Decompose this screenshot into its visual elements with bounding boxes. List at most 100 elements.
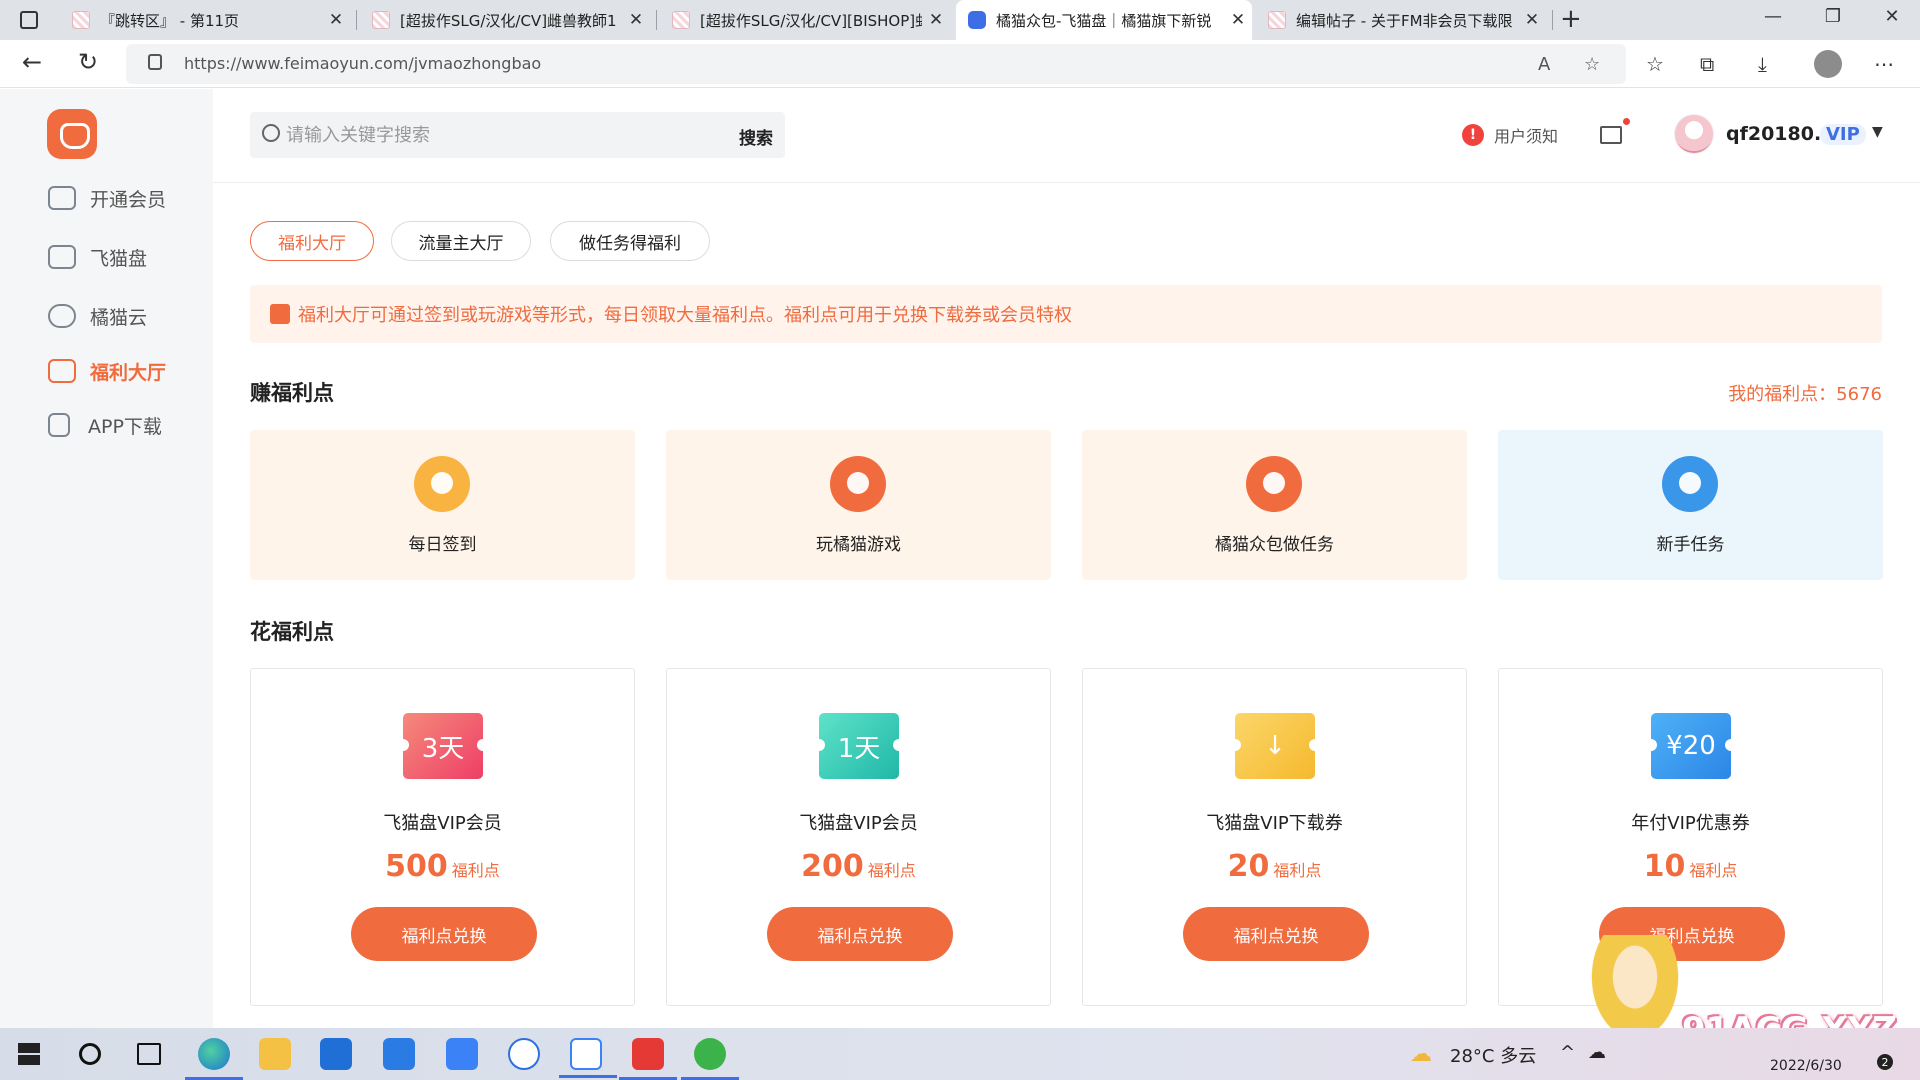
user-notice-link[interactable]: ! 用户须知 [1462,123,1558,147]
search-button[interactable]: 搜索 [739,124,773,149]
earn-card-newbie-task[interactable]: 新手任务 [1498,430,1883,580]
xunlei-icon[interactable] [559,1038,617,1078]
sidebar-item-membership[interactable]: 开通会员 [48,183,166,213]
add-favorite-icon[interactable]: ☆ [1584,54,1600,75]
collections-icon[interactable]: ⧉ [1700,52,1714,76]
sidebar-item-label: 飞猫盘 [90,247,148,270]
tab-divider [1552,10,1553,30]
minimize-icon[interactable]: — [1753,6,1793,27]
sidebar-item-label: 橘猫云 [90,306,148,329]
weather-text[interactable]: 28°C 多云 [1450,1042,1536,1068]
redeem-button[interactable]: 福利点兑换 [1183,907,1369,961]
mailbox-icon [1662,456,1718,512]
my-points: 我的福利点：5676 [1728,384,1882,405]
browser-tab[interactable]: 『跳转区』 - 第11页 ✕ [60,0,350,40]
spend-card: 1天 飞猫盘VIP会员 200 福利点 福利点兑换 [666,668,1051,1006]
sidebar-item-feimaopan[interactable]: 飞猫盘 [48,242,147,272]
search-input[interactable] [286,120,706,150]
reward-cost: 10 福利点 [1499,849,1882,884]
tab-title: [超拔作SLG/汉化/CV]雌兽教師1 [400,11,617,30]
onedrive-icon[interactable]: ☁ [1588,1042,1606,1063]
chevron-up-icon[interactable]: ^ [1560,1042,1575,1063]
reward-cost: 200 福利点 [667,849,1050,884]
tab-traffic-hall[interactable]: 流量主大厅 [391,221,531,261]
browser-tab-strip: 『跳转区』 - 第11页 ✕ [超拔作SLG/汉化/CV]雌兽教師1 ✕ [超拔… [0,0,1920,40]
location-pin-icon [414,456,470,512]
downloads-icon[interactable]: ⤓ [1758,52,1767,76]
edge-browser-icon[interactable] [185,1038,243,1080]
notification-badge[interactable]: 2 [1877,1054,1893,1070]
sidebar-item-label: 福利大厅 [90,361,167,384]
store-icon[interactable] [320,1038,352,1070]
read-aloud-icon[interactable]: A [1538,54,1550,75]
file-explorer-icon[interactable] [259,1038,291,1070]
tab-favicon [968,11,986,29]
sidebar-item-app-download[interactable]: APP下载 [48,410,162,440]
cost-unit: 福利点 [451,861,500,880]
earn-card-label: 每日签到 [408,535,477,555]
weather-icon: ☁ [1410,1042,1432,1067]
alert-icon: ! [1462,124,1484,146]
browser-tab-active[interactable]: 橘猫众包-飞猫盘｜橘猫旗下新锐 ✕ [956,0,1252,40]
avatar[interactable] [1674,114,1714,154]
mail-icon[interactable] [1600,118,1630,144]
sidebar-item-jumaoyun[interactable]: 橘猫云 [48,301,147,331]
search-circle-icon[interactable] [79,1043,101,1065]
close-icon[interactable]: ✕ [1518,10,1546,30]
app-circle-icon[interactable] [508,1038,540,1070]
wps-icon[interactable] [619,1038,677,1080]
coupon-ticket-icon: ¥20 [1645,713,1737,779]
favorites-icon[interactable]: ☆ [1646,52,1664,76]
mail-app-icon[interactable] [383,1038,415,1070]
earn-card-play-game[interactable]: 玩橘猫游戏 [666,430,1051,580]
gift-icon [48,359,76,383]
browser-tab[interactable]: [超拔作SLG/汉化/CV][BISHOP]虬 ✕ [660,0,950,40]
close-icon[interactable]: ✕ [922,10,950,30]
cat-laptop-icon [1246,456,1302,512]
more-options-icon[interactable]: ⋯ [1874,52,1894,76]
tab-task-welfare[interactable]: 做任务得福利 [550,221,710,261]
profile-avatar[interactable] [1814,50,1842,78]
tab-divider [656,10,657,30]
spend-card: 3天 飞猫盘VIP会员 500 福利点 福利点兑换 [250,668,635,1006]
browser-tab[interactable]: [超拔作SLG/汉化/CV]雌兽教師1 ✕ [360,0,650,40]
spend-section-title: 花福利点 [250,620,334,644]
back-arrow-icon[interactable]: ← [22,48,42,76]
lock-icon [148,54,162,70]
close-icon[interactable]: ✕ [622,10,650,30]
site-logo[interactable] [47,109,97,159]
url-text[interactable]: https://www.feimaoyun.com/jvmaozhongbao [184,54,541,73]
search-icon [262,124,280,142]
windows-start-icon[interactable] [18,1043,40,1065]
restore-icon[interactable]: ❐ [1813,6,1853,27]
clock-date[interactable]: 2022/6/30 [1770,1058,1842,1074]
earn-card-daily-signin[interactable]: 每日签到 [250,430,635,580]
tab-title: [超拔作SLG/汉化/CV][BISHOP]虬 [700,11,922,30]
spend-card: ¥20 年付VIP优惠券 10 福利点 福利点兑换 [1498,668,1883,1006]
reward-cost: 20 福利点 [1083,849,1466,884]
tab-divider [356,10,357,30]
task-view-icon[interactable] [137,1043,161,1065]
earn-card-crowd-task[interactable]: 橘猫众包做任务 [1082,430,1467,580]
coupon-ticket-icon: 3天 [397,713,489,779]
address-bar[interactable]: https://www.feimaoyun.com/jvmaozhongbao … [126,44,1626,84]
redeem-button[interactable]: 福利点兑换 [767,907,953,961]
cloud-icon [48,304,76,328]
refresh-icon[interactable]: ↻ [78,48,98,76]
close-window-icon[interactable]: ✕ [1872,6,1912,27]
tab-actions-icon[interactable] [20,11,38,29]
close-icon[interactable]: ✕ [1224,10,1252,30]
redeem-button[interactable]: 福利点兑换 [351,907,537,961]
tab-welfare-hall[interactable]: 福利大厅 [250,221,374,261]
earn-card-label: 玩橘猫游戏 [816,535,901,555]
chevron-down-icon[interactable]: ▼ [1872,124,1883,140]
cost-unit: 福利点 [867,861,916,880]
sidebar-item-welfare-hall[interactable]: 福利大厅 [48,356,166,386]
new-tab-button[interactable]: + [1560,4,1582,34]
browser-tab[interactable]: 编辑帖子 - 关于FM非会员下载限 ✕ [1256,0,1546,40]
close-icon[interactable]: ✕ [322,10,350,30]
feishu-icon[interactable] [446,1038,478,1070]
wechat-icon[interactable] [681,1038,739,1080]
spend-card: ↓ 飞猫盘VIP下载券 20 福利点 福利点兑换 [1082,668,1467,1006]
search-box: 搜索 [250,112,785,158]
